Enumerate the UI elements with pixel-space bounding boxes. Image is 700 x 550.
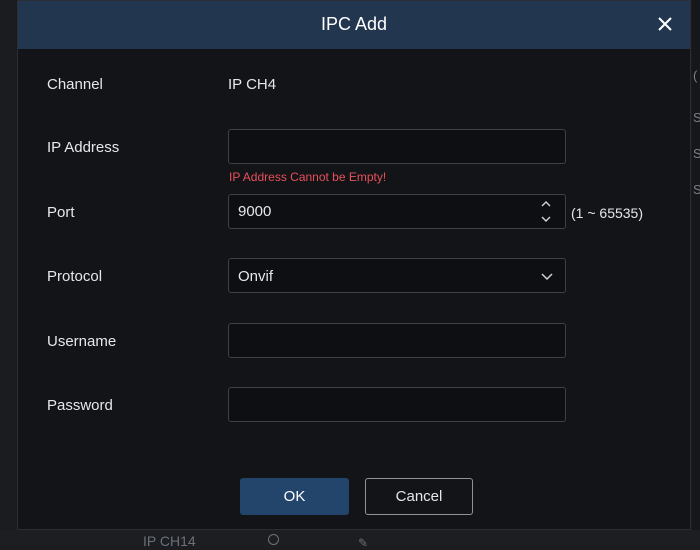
edit-icon: ✎	[358, 536, 369, 550]
background-text: S	[693, 146, 700, 161]
ipc-add-dialog: IPC Add Channel IP CH4 IP Address IP Add…	[17, 0, 691, 530]
background-table-row	[0, 530, 700, 546]
ip-address-label: IP Address	[47, 139, 120, 156]
dialog-header: IPC Add	[18, 1, 690, 49]
add-circle-icon	[268, 534, 279, 545]
port-range-hint: (1 ~ 65535)	[571, 205, 643, 221]
close-icon[interactable]	[652, 11, 678, 37]
ok-button[interactable]: OK	[240, 478, 349, 515]
channel-label: Channel	[47, 76, 103, 93]
background-text: S	[693, 110, 700, 125]
protocol-label: Protocol	[47, 268, 103, 285]
background-text: (	[693, 68, 698, 83]
protocol-select[interactable]: Onvif	[228, 258, 566, 293]
background-text: S	[693, 182, 700, 197]
channel-value: IP CH4	[228, 76, 277, 93]
username-label: Username	[47, 333, 117, 350]
password-label: Password	[47, 397, 113, 414]
ip-address-error: IP Address Cannot be Empty!	[229, 170, 387, 184]
cancel-button[interactable]: Cancel	[365, 478, 473, 515]
port-input[interactable]	[228, 194, 566, 229]
port-label: Port	[47, 204, 75, 221]
chevron-down-icon	[541, 273, 553, 281]
chevron-down-icon[interactable]	[540, 213, 552, 225]
password-input[interactable]	[228, 387, 566, 422]
port-stepper[interactable]	[536, 198, 558, 226]
protocol-selected-value: Onvif	[238, 268, 274, 285]
dialog-title: IPC Add	[320, 14, 388, 34]
ip-address-input[interactable]	[228, 129, 566, 164]
username-input[interactable]	[228, 323, 566, 358]
background-row-channel: IP CH14	[143, 533, 196, 549]
chevron-up-icon[interactable]	[540, 198, 552, 210]
